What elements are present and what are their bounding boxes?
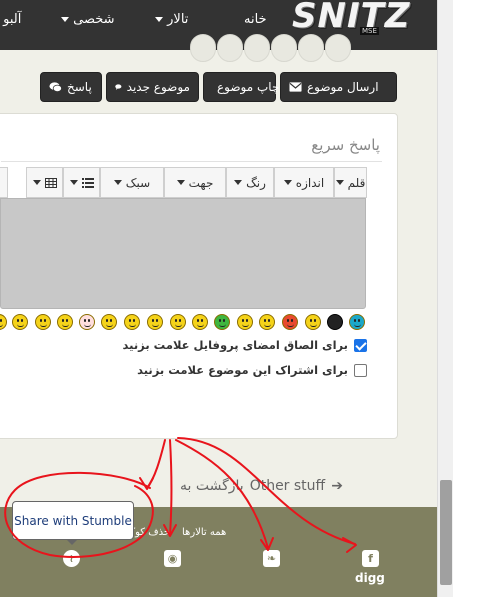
digg-link[interactable]: digg xyxy=(355,571,385,585)
smiley-cool-icon[interactable] xyxy=(57,314,73,330)
style-dropdown[interactable]: سبک xyxy=(100,167,164,198)
tooltip-text: Share with Stumble xyxy=(14,513,132,528)
subscribe-option[interactable]: برای اشتراک این موضوع علامت بزنید xyxy=(137,363,367,377)
list-icon xyxy=(81,177,94,188)
smiley-big-grin-icon[interactable] xyxy=(259,314,275,330)
table-icon xyxy=(44,177,57,188)
arrow-left-icon: ➔ xyxy=(331,478,343,494)
subscribe-label: برای اشتراک این موضوع علامت بزنید xyxy=(137,363,348,377)
chevron-down-icon xyxy=(176,180,185,185)
nav-forums[interactable]: تالار xyxy=(152,12,188,27)
subscribe-checkbox[interactable] xyxy=(354,363,367,377)
size-dropdown[interactable]: اندازه xyxy=(274,167,334,198)
smiley-bar xyxy=(0,314,370,332)
direction-label: جهت xyxy=(188,175,214,190)
signature-label: برای الصاق امضای پروفایل علامت بزنید xyxy=(122,338,348,352)
smiley-happy-icon[interactable] xyxy=(101,314,117,330)
table-dropdown[interactable] xyxy=(26,167,63,198)
vertical-scrollbar[interactable] xyxy=(437,0,453,597)
signature-checkbox[interactable] xyxy=(354,338,367,352)
new-topic-button[interactable]: موضوع جدید xyxy=(106,72,199,102)
stumbleupon-icon[interactable]: ≀ xyxy=(63,550,80,567)
quick-reply-title: پاسخ سریع xyxy=(311,136,380,154)
smiley-blush-icon[interactable] xyxy=(237,314,253,330)
page-button[interactable] xyxy=(298,34,324,62)
smiley-smile-icon[interactable] xyxy=(305,314,321,330)
font-label: قلم xyxy=(347,175,366,190)
print-topic-label: چاپ موضوع xyxy=(217,80,280,94)
logo-subtext: MSE xyxy=(360,27,379,35)
reply-label: پاسخ xyxy=(67,80,92,94)
smiley-eek-icon[interactable] xyxy=(35,314,51,330)
envelope-icon xyxy=(289,82,302,92)
chevron-down-icon xyxy=(234,180,243,185)
smiley-sleepy-icon[interactable] xyxy=(12,314,28,330)
message-editor[interactable] xyxy=(0,198,366,309)
direction-dropdown[interactable]: جهت xyxy=(164,167,226,198)
chevron-down-icon xyxy=(32,180,41,185)
smiley-angry-icon[interactable] xyxy=(282,314,298,330)
page-button[interactable] xyxy=(271,34,297,62)
share-tooltip: Share with Stumble xyxy=(12,501,134,540)
page: SNITZ MSE خانه تالار شخصی آلبو ارسال موض… xyxy=(0,0,437,597)
all-forums-link[interactable]: همه تالارها xyxy=(182,527,226,538)
send-topic-button[interactable]: ارسال موضوع xyxy=(280,72,397,102)
smiley-sick-icon[interactable] xyxy=(214,314,230,330)
tooltip-arrow xyxy=(66,539,78,545)
size-label: اندازه xyxy=(295,175,325,190)
toolbar-button-partial[interactable] xyxy=(0,167,8,198)
back-target: Other stuff xyxy=(249,478,326,494)
page-button[interactable] xyxy=(244,34,270,62)
chevron-down-icon xyxy=(155,17,163,22)
smiley-kiss-icon[interactable] xyxy=(124,314,140,330)
divider xyxy=(1,161,382,162)
snitz-logo[interactable]: SNITZ MSE xyxy=(292,0,409,38)
smiley-8ball-icon[interactable] xyxy=(327,314,343,330)
back-to-forum-link[interactable]: بازگشت به Other stuff ➔ xyxy=(180,478,343,494)
page-button[interactable] xyxy=(190,34,216,62)
chevron-down-icon xyxy=(335,180,344,185)
smiley-tongue-icon[interactable] xyxy=(0,314,7,330)
nav-album[interactable]: آلبو xyxy=(0,12,21,27)
back-prefix: بازگشت به xyxy=(180,478,244,494)
chevron-down-icon xyxy=(283,180,292,185)
reply-button[interactable]: پاسخ xyxy=(40,72,102,102)
page-button[interactable] xyxy=(325,34,351,62)
all-forums-label: همه تالارها xyxy=(182,527,227,538)
twitter-icon[interactable]: ❧ xyxy=(263,550,280,567)
scrollbar-thumb[interactable] xyxy=(440,480,452,585)
color-label: رنگ xyxy=(246,175,266,190)
signature-option[interactable]: برای الصاق امضای پروفایل علامت بزنید xyxy=(123,338,367,352)
chevron-down-icon xyxy=(113,180,122,185)
color-dropdown[interactable]: رنگ xyxy=(226,167,274,198)
chevron-down-icon xyxy=(69,180,78,185)
smiley-grin-icon[interactable] xyxy=(192,314,208,330)
smiley-surprise-icon[interactable] xyxy=(147,314,163,330)
nav-home-label: خانه xyxy=(244,12,267,27)
nav-home[interactable]: خانه xyxy=(244,12,267,27)
logo-text: SNITZ xyxy=(292,0,411,36)
list-dropdown[interactable] xyxy=(63,167,100,198)
reddit-icon[interactable]: ◉ xyxy=(164,550,181,567)
chevron-down-icon xyxy=(61,17,69,22)
facebook-icon[interactable]: f xyxy=(362,550,379,567)
print-topic-button[interactable]: چاپ موضوع xyxy=(203,72,280,102)
send-topic-label: ارسال موضوع xyxy=(307,80,379,94)
nav-personal[interactable]: شخصی xyxy=(58,12,115,27)
nav-album-label: آلبو xyxy=(3,12,22,27)
nav-forums-label: تالار xyxy=(167,12,189,27)
style-label: سبک xyxy=(125,175,151,190)
new-topic-label: موضوع جدید xyxy=(126,80,190,94)
smiley-shocked-icon[interactable] xyxy=(170,314,186,330)
page-button[interactable] xyxy=(217,34,243,62)
nav-personal-label: شخصی xyxy=(73,12,115,27)
font-dropdown[interactable]: قلم xyxy=(334,167,367,198)
smiley-clown-icon[interactable] xyxy=(79,314,95,330)
comments-icon xyxy=(49,82,62,93)
smiley-question-icon[interactable] xyxy=(349,314,365,330)
comment-icon xyxy=(115,84,122,90)
